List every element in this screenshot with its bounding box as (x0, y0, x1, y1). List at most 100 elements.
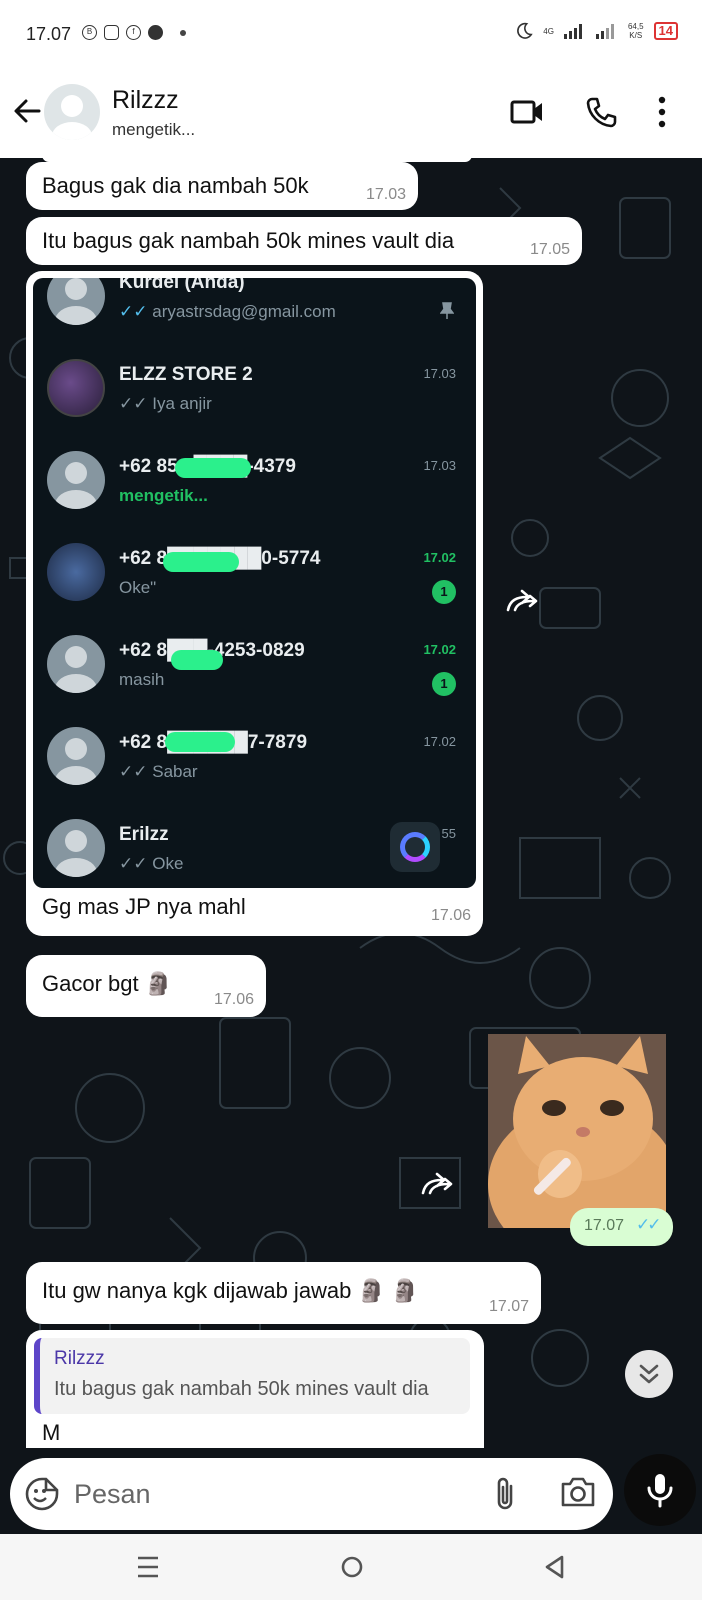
default-avatar (47, 635, 105, 693)
signal-icon (563, 24, 582, 39)
video-call-icon[interactable] (510, 98, 544, 126)
back-nav-icon[interactable] (542, 1552, 566, 1582)
message-time: 17.07 (584, 1217, 625, 1234)
app-notification-icon: B (82, 25, 97, 40)
message-text: Bagus gak dia nambah 50k (42, 173, 309, 198)
network-type: 4G (543, 26, 554, 36)
back-arrow-icon[interactable] (12, 96, 42, 126)
chat-list-row: Erilzz ✓✓ Oke 55 (33, 802, 476, 888)
message-text: Itu bagus gak nambah 50k mines vault dia (42, 228, 455, 253)
quoted-message[interactable]: Rilzzz Itu bagus gak nambah 50k mines va… (34, 1338, 470, 1414)
double-chevron-down-icon (639, 1364, 659, 1384)
chat-preview: ✓✓ aryastrsdag@gmail.com (119, 302, 336, 321)
typing-indicator: mengetik... (119, 486, 208, 505)
instagram-icon (104, 25, 119, 40)
forward-icon[interactable] (420, 1171, 454, 1197)
chat-time: 17.03 (423, 458, 456, 473)
redaction-mark (175, 458, 251, 478)
message-text: M (42, 1420, 61, 1445)
chat-list-row: +62 8██████7-7879 ✓✓ Sabar 17.02 (33, 710, 476, 802)
unread-badge: 1 (432, 580, 456, 604)
status-bar: 17.07 B f 4G 64,5 K/S 14 (0, 0, 702, 70)
message-time: 17.05 (529, 241, 570, 258)
chat-preview: masih (119, 670, 165, 689)
camera-icon[interactable] (560, 1476, 596, 1508)
chat-time: 17.02 (423, 642, 456, 657)
default-avatar (47, 727, 105, 785)
quote-text: Itu bagus gak nambah 50k mines vault dia (54, 1378, 429, 1400)
message-text: Itu gw nanya kgk dijawab jawab 🗿 🗿 (42, 1278, 419, 1303)
messenger-icon (148, 25, 163, 40)
more-notifications-icon (180, 29, 186, 36)
home-icon[interactable] (339, 1552, 365, 1582)
default-avatar (47, 819, 105, 877)
recent-apps-icon[interactable] (136, 1552, 160, 1582)
store-avatar (47, 359, 105, 417)
chat-list-row: +62 8███-4253-0829 masih 17.02 1 (33, 618, 476, 710)
chat-preview: ✓✓ Sabar (119, 762, 198, 781)
phone-call-icon[interactable] (585, 96, 617, 128)
chat-list-row: +62 851 ████-4379 mengetik... 17.03 (33, 434, 476, 526)
chat-list-row: ELZZ STORE 2 ✓✓ Iya anjir 17.03 (33, 342, 476, 434)
message-time: 17.03 (365, 186, 406, 203)
chat-preview: ✓✓ Iya anjir (119, 394, 212, 413)
ai-assistant-button (390, 822, 440, 872)
quote-author: Rilzzz (54, 1348, 105, 1369)
chat-name: ELZZ STORE 2 (119, 364, 253, 385)
more-options-icon[interactable] (658, 96, 666, 128)
chat-header: Rilzzz mengetik... (0, 70, 702, 158)
read-receipt-icon: ✓✓ (636, 1215, 661, 1234)
chat-time: 55 (441, 826, 456, 841)
pin-icon (440, 302, 454, 319)
contact-status: mengetik... (112, 120, 196, 139)
facebook-icon: f (126, 25, 141, 40)
chat-preview: Oke" (119, 578, 157, 597)
message-time: 17.06 (213, 991, 254, 1008)
message-bubble[interactable]: Itu gw nanya kgk dijawab jawab 🗿 🗿 17.07 (26, 1262, 541, 1324)
chat-time: 17.02 (423, 734, 456, 749)
message-composer (10, 1458, 613, 1530)
image-caption: Gg mas JP nya mahl (42, 894, 246, 919)
cat-smoking-sticker[interactable] (488, 1034, 666, 1228)
network-speed: 64,5 K/S (627, 22, 644, 40)
voice-message-button[interactable] (624, 1454, 696, 1526)
chat-name: Kurdel (Anda) (119, 278, 245, 293)
forward-icon[interactable] (505, 588, 539, 614)
chat-area[interactable]: Bagus gak dia nambah 50k 17.03 Itu bagus… (0, 158, 702, 1448)
group-avatar (47, 543, 105, 601)
chat-name: Erilzz (119, 824, 169, 845)
message-time: 17.07 (488, 1298, 529, 1315)
message-bubble[interactable]: Gacor bgt 🗿 17.06 (26, 955, 266, 1017)
redaction-mark (163, 552, 239, 572)
chat-time: 17.03 (423, 366, 456, 381)
status-time: 17.07 (26, 24, 72, 44)
message-text: Gacor bgt 🗿 (42, 971, 173, 996)
screenshot-image[interactable]: Kurdel (Anda) ✓✓ aryastrsdag@gmail.com E… (33, 278, 476, 888)
signal-icon-2 (595, 24, 614, 39)
contact-avatar[interactable] (44, 84, 100, 140)
contact-name[interactable]: Rilzzz (112, 86, 179, 115)
redaction-mark (171, 650, 223, 670)
emoji-sticker-icon[interactable] (24, 1476, 60, 1512)
message-bubble[interactable]: Bagus gak dia nambah 50k 17.03 (26, 162, 418, 210)
notification-icons: B f (82, 25, 186, 40)
microphone-icon (647, 1474, 673, 1508)
outgoing-time-pill: 17.07 ✓✓ (570, 1208, 673, 1246)
redaction-mark (165, 732, 235, 752)
moon-icon (517, 22, 533, 39)
chat-preview: ✓✓ Oke (119, 854, 184, 873)
default-avatar (47, 451, 105, 509)
message-input[interactable] (74, 1472, 474, 1516)
chat-list-row: Kurdel (Anda) ✓✓ aryastrsdag@gmail.com (33, 278, 476, 342)
default-avatar (47, 278, 105, 325)
reply-message-bubble[interactable]: Rilzzz Itu bagus gak nambah 50k mines va… (26, 1330, 484, 1448)
unread-badge: 1 (432, 672, 456, 696)
message-bubble[interactable]: Itu bagus gak nambah 50k mines vault dia… (26, 217, 582, 265)
chat-time: 17.02 (423, 550, 456, 565)
message-time: 17.06 (430, 907, 471, 924)
system-navigation-bar (0, 1534, 702, 1600)
chat-list-row: +62 8███████0-5774 Oke" 17.02 1 (33, 526, 476, 618)
scroll-to-bottom-button[interactable] (625, 1350, 673, 1398)
image-message-bubble[interactable]: Kurdel (Anda) ✓✓ aryastrsdag@gmail.com E… (26, 271, 483, 936)
attachment-icon[interactable] (492, 1474, 518, 1514)
